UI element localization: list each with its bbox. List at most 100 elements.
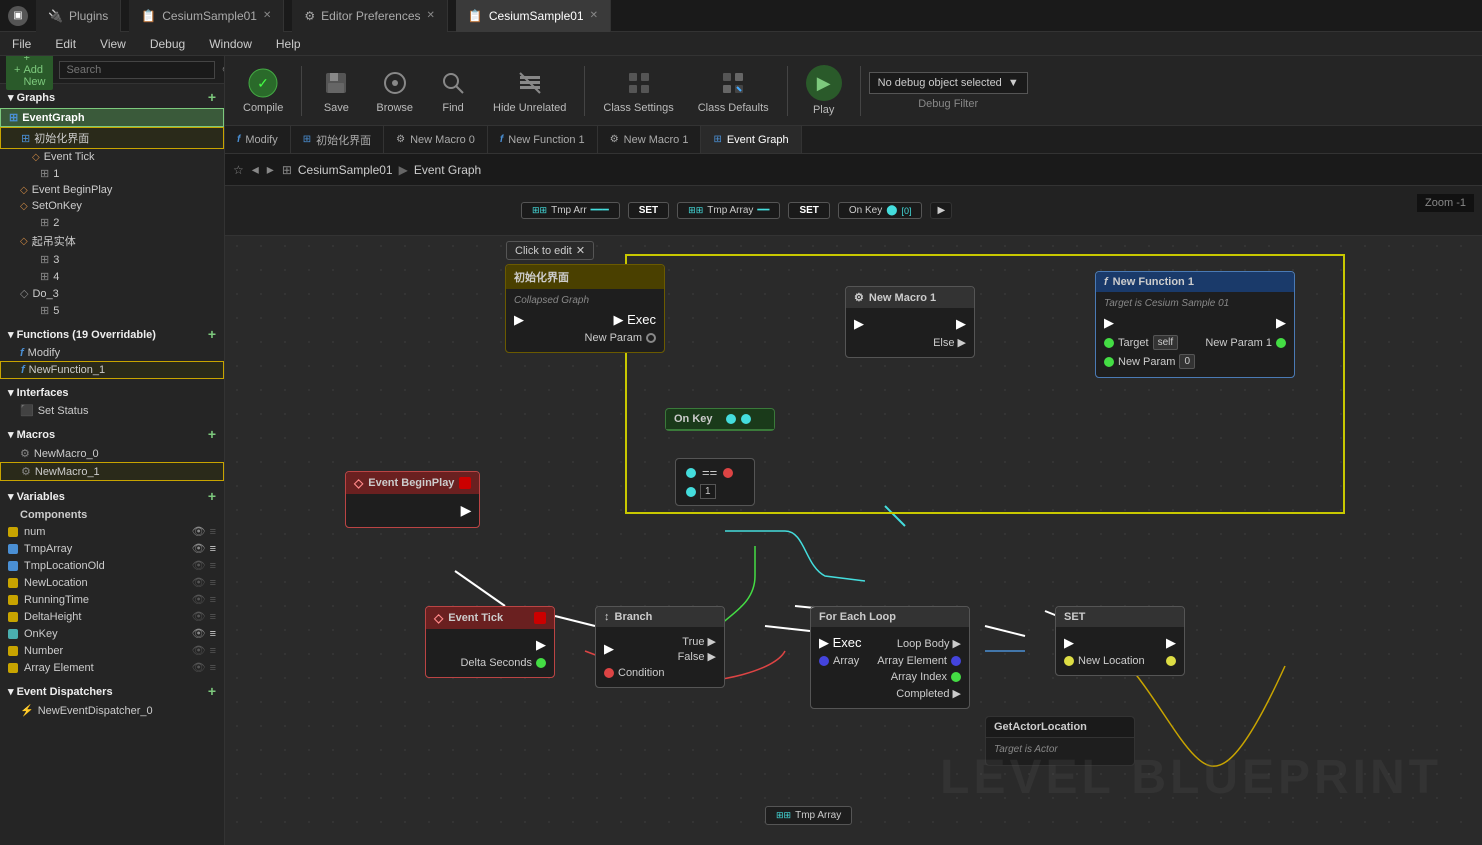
var-onkey-eye[interactable]: 👁 bbox=[192, 627, 206, 640]
sidebar-item-event-tick[interactable]: ◇ Event Tick bbox=[0, 149, 224, 165]
var-tmplocationold-eye[interactable]: 👁 bbox=[192, 559, 206, 572]
tab-plugins[interactable]: 🔌 Plugins bbox=[36, 0, 121, 32]
node-compare[interactable]: == 1 bbox=[675, 458, 755, 506]
node-new-function-1[interactable]: f New Function 1 Target is Cesium Sample… bbox=[1095, 271, 1295, 378]
variables-add-icon[interactable]: + bbox=[208, 488, 216, 504]
sidebar-item-1[interactable]: ⊞ 1 bbox=[0, 165, 224, 182]
tab-cesium1[interactable]: 📋 CesiumSample01 ✕ bbox=[129, 0, 284, 32]
sidebar-item-begin-play[interactable]: ◇ Event BeginPlay bbox=[0, 182, 224, 198]
event-tick-exec-out[interactable]: ▶ bbox=[536, 637, 546, 653]
var-runningtime[interactable]: RunningTime 👁 ≡ bbox=[0, 591, 224, 608]
new-param-pin2[interactable] bbox=[1104, 357, 1114, 367]
sidebar-item-3[interactable]: ⊞ 3 bbox=[0, 251, 224, 268]
var-newlocation[interactable]: NewLocation 👁 ≡ bbox=[0, 574, 224, 591]
node-on-key[interactable]: On Key bbox=[665, 408, 775, 431]
macro1-exec-out[interactable]: ▶ bbox=[956, 316, 966, 332]
class-defaults-button[interactable]: Class Defaults bbox=[688, 63, 779, 118]
play-button[interactable]: ▶ Play bbox=[796, 61, 852, 120]
function1-exec-in[interactable]: ▶ bbox=[1104, 315, 1114, 331]
graphs-section-header[interactable]: ▾ Graphs + bbox=[0, 86, 224, 108]
tab-newmacro0[interactable]: ⚙ New Macro 0 bbox=[384, 126, 488, 154]
interfaces-section-header[interactable]: ▾ Interfaces bbox=[0, 383, 224, 402]
tab-init-ui[interactable]: ⊞ 初始化界面 bbox=[291, 126, 384, 154]
macros-section-header[interactable]: ▾ Macros + bbox=[0, 423, 224, 445]
tab-newmacro1[interactable]: ⚙ New Macro 1 bbox=[598, 126, 702, 154]
sidebar-item-modify[interactable]: f Modify bbox=[0, 345, 224, 361]
tab-cesium2[interactable]: 📋 CesiumSample01 ✕ bbox=[456, 0, 611, 32]
hide-unrelated-button[interactable]: Hide Unrelated bbox=[483, 63, 576, 118]
node-branch[interactable]: ↕ Branch ▶ True ▶ False ▶ Condi bbox=[595, 606, 725, 688]
breadcrumb-eventgraph[interactable]: Event Graph bbox=[414, 163, 481, 177]
target-pin[interactable] bbox=[1104, 338, 1114, 348]
menu-debug[interactable]: Debug bbox=[146, 37, 189, 51]
node-event-tick[interactable]: ◇ Event Tick ▶ Delta Seconds bbox=[425, 606, 555, 678]
breadcrumb-root[interactable]: CesiumSample01 bbox=[298, 163, 393, 177]
sidebar-item-2[interactable]: ⊞ 2 bbox=[0, 214, 224, 231]
var-num-eye[interactable]: 👁 bbox=[192, 525, 206, 538]
blueprint-canvas[interactable]: ⊞⊞ Tmp Arr ━━━ SET ⊞⊞ Tmp Array ━━ SET bbox=[225, 186, 1482, 845]
dispatchers-add-icon[interactable]: + bbox=[208, 683, 216, 699]
graphs-add-icon[interactable]: + bbox=[208, 89, 216, 105]
collapsed-exec-out[interactable]: ▶ Exec bbox=[613, 312, 656, 328]
compare-in2[interactable] bbox=[686, 487, 696, 497]
var-deltaheight-eye[interactable]: 👁 bbox=[192, 610, 206, 623]
var-number[interactable]: Number 👁 ≡ bbox=[0, 642, 224, 659]
node-get-actor-location[interactable]: GetActorLocation Target is Actor bbox=[985, 716, 1135, 766]
nav-back-icon[interactable]: ◂ bbox=[250, 159, 261, 180]
macro1-exec-in[interactable]: ▶ bbox=[854, 316, 864, 332]
save-button[interactable]: Save bbox=[310, 63, 362, 118]
branch-exec-in[interactable]: ▶ bbox=[604, 641, 614, 657]
class-settings-button[interactable]: Class Settings bbox=[593, 63, 683, 118]
menu-file[interactable]: File bbox=[8, 37, 35, 51]
functions-add-icon[interactable]: + bbox=[208, 326, 216, 342]
sidebar-item-4[interactable]: ⊞ 4 bbox=[0, 268, 224, 285]
foreach-exec-in[interactable]: ▶ Exec bbox=[819, 635, 862, 651]
sidebar-item-dispatcher0[interactable]: ⚡ NewEventDispatcher_0 bbox=[0, 702, 224, 719]
array-element-pin[interactable] bbox=[951, 656, 961, 666]
macros-add-icon[interactable]: + bbox=[208, 426, 216, 442]
delta-seconds-pin[interactable] bbox=[536, 658, 546, 668]
array-pin[interactable] bbox=[819, 656, 829, 666]
sidebar-item-do3[interactable]: ◇ Do_3 bbox=[0, 285, 224, 302]
tab-newfunction1[interactable]: f New Function 1 bbox=[488, 126, 598, 154]
newlocation-in-pin[interactable] bbox=[1064, 656, 1074, 666]
menu-help[interactable]: Help bbox=[272, 37, 305, 51]
variables-section-header[interactable]: ▾ Variables + bbox=[0, 485, 224, 507]
compare-in1[interactable] bbox=[686, 468, 696, 478]
onkey-out-pin[interactable] bbox=[726, 414, 736, 424]
tab-editor-prefs[interactable]: ⚙ Editor Preferences ✕ bbox=[292, 0, 448, 32]
array-index-pin[interactable] bbox=[951, 672, 961, 682]
node-set[interactable]: SET ▶ ▶ New Location bbox=[1055, 606, 1185, 676]
onkey-out-pin2[interactable] bbox=[741, 414, 751, 424]
new-param-pin[interactable] bbox=[646, 333, 656, 343]
sidebar-item-newmacro0[interactable]: ⚙ NewMacro_0 bbox=[0, 445, 224, 462]
node-event-beginplay[interactable]: ◇ Event BeginPlay ▶ bbox=[345, 471, 480, 528]
var-runningtime-eye[interactable]: 👁 bbox=[192, 593, 206, 606]
menu-edit[interactable]: Edit bbox=[51, 37, 80, 51]
sidebar-item-newfunction1[interactable]: f NewFunction_1 bbox=[0, 361, 224, 379]
var-number-eye[interactable]: 👁 bbox=[192, 644, 206, 657]
find-button[interactable]: Find bbox=[427, 63, 479, 118]
sidebar-item-setonkey[interactable]: ◇ SetOnKey bbox=[0, 198, 224, 214]
search-input[interactable] bbox=[59, 61, 215, 79]
var-newlocation-eye[interactable]: 👁 bbox=[192, 576, 206, 589]
new-param1-pin[interactable] bbox=[1276, 338, 1286, 348]
condition-pin[interactable] bbox=[604, 668, 614, 678]
var-tmplocationold[interactable]: TmpLocationOld 👁 ≡ bbox=[0, 557, 224, 574]
node-for-each-loop[interactable]: For Each Loop ▶ Exec Loop Body ▶ Array A… bbox=[810, 606, 970, 709]
var-tmparray[interactable]: TmpArray 👁 ≡ bbox=[0, 540, 224, 557]
collapsed-exec-in[interactable]: ▶ bbox=[514, 312, 524, 328]
debug-dropdown[interactable]: No debug object selected ▼ bbox=[869, 72, 1028, 94]
dispatchers-section-header[interactable]: ▾ Event Dispatchers + bbox=[0, 680, 224, 702]
sidebar-item-5[interactable]: ⊞ 5 bbox=[0, 302, 224, 319]
compile-button[interactable]: ✓ Compile bbox=[233, 63, 293, 118]
sidebar-item-init-ui[interactable]: ⊞ 初始化界面 bbox=[0, 127, 224, 149]
tab-cesium1-close[interactable]: ✕ bbox=[263, 10, 271, 21]
nav-forward-icon[interactable]: ▸ bbox=[265, 159, 276, 180]
click-to-edit-close[interactable]: ✕ bbox=[576, 244, 585, 257]
menu-window[interactable]: Window bbox=[205, 37, 256, 51]
sidebar-item-setstatus[interactable]: ⬛ Set Status bbox=[0, 402, 224, 419]
sidebar-item-newmacro1[interactable]: ⚙ NewMacro_1 bbox=[0, 462, 224, 481]
var-tmparray-eye[interactable]: 👁 bbox=[192, 542, 206, 555]
tab-editor-prefs-close[interactable]: ✕ bbox=[427, 10, 435, 21]
